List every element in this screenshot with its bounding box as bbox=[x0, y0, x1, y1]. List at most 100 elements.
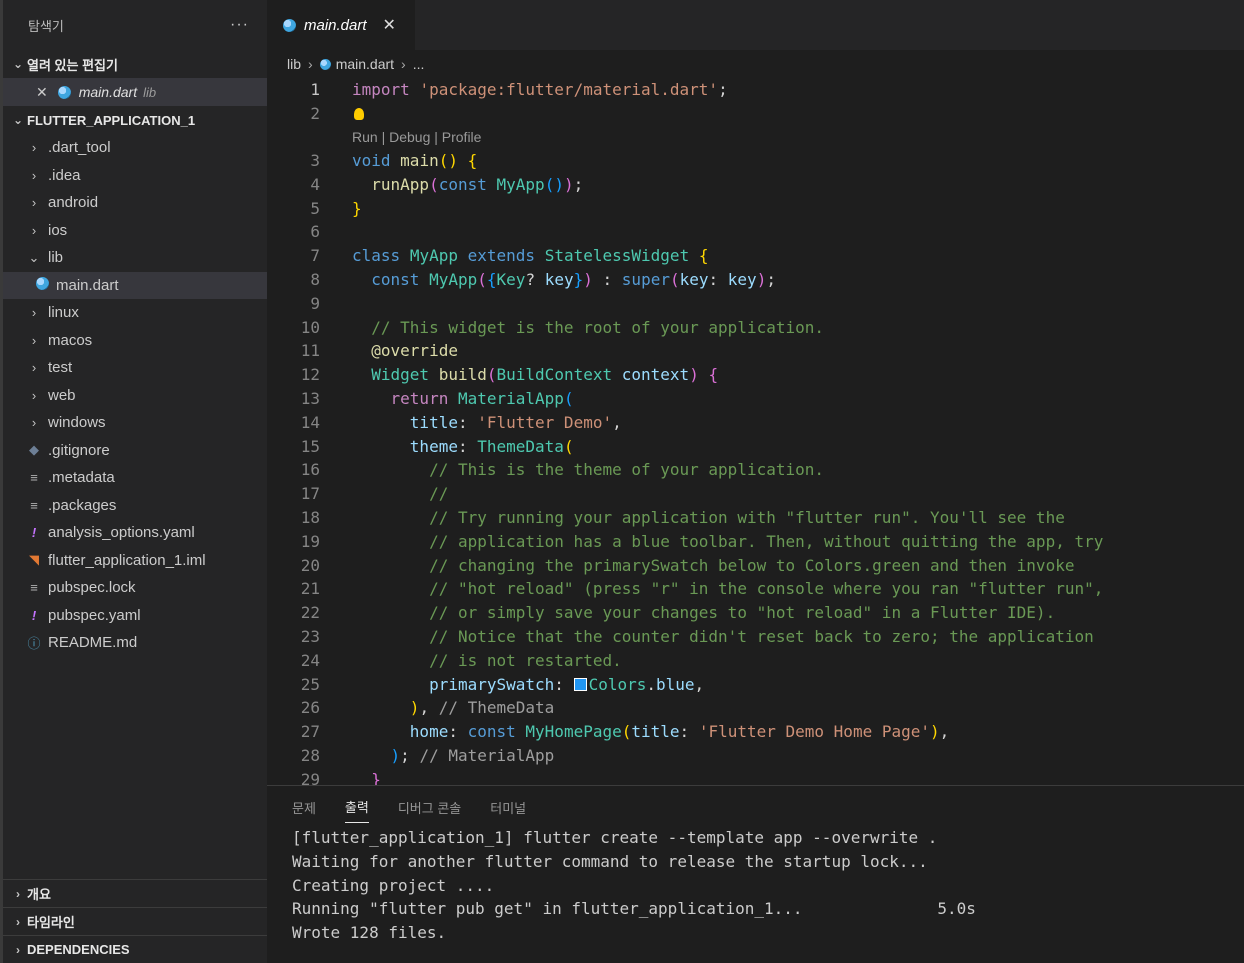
line-number: 7 bbox=[310, 246, 320, 266]
tree-item-label: android bbox=[48, 194, 99, 212]
tree-item-linux[interactable]: › linux bbox=[3, 299, 267, 327]
tree-item-dart-tool[interactable]: › .dart_tool bbox=[3, 134, 267, 162]
rss-icon: ◥ bbox=[29, 552, 39, 568]
tree-item-readme-md[interactable]: ⓘ README.md bbox=[3, 629, 267, 657]
tree-item-test[interactable]: › test bbox=[3, 354, 267, 382]
tree-item-analysis-options-yaml[interactable]: ! analysis_options.yaml bbox=[3, 519, 267, 547]
line-number: 27 bbox=[300, 722, 320, 742]
breadcrumb-file[interactable]: main.dart bbox=[336, 56, 394, 72]
code-line: 24 // is not restarted. bbox=[267, 648, 1244, 672]
tree-item-idea[interactable]: › .idea bbox=[3, 162, 267, 190]
yaml-icon: ! bbox=[31, 607, 37, 623]
tree-item-packages[interactable]: ≡ .packages bbox=[3, 492, 267, 520]
line-number: 6 bbox=[310, 222, 320, 242]
tree-item-label: macos bbox=[48, 331, 93, 349]
breadcrumb-more[interactable]: ... bbox=[413, 56, 425, 72]
tab-main-dart[interactable]: main.dart ✕ bbox=[267, 0, 415, 50]
tab-output[interactable]: 출력 bbox=[344, 791, 369, 823]
tree-item-android[interactable]: › android bbox=[3, 189, 267, 217]
editor-area: main.dart ✕ lib › main.dart › ... 1 impor… bbox=[267, 0, 1244, 789]
open-editors-section[interactable]: ⌄ 열려 있는 편집기 bbox=[3, 50, 267, 78]
tree-item-windows[interactable]: › windows bbox=[3, 409, 267, 437]
tree-item-metadata[interactable]: ≡ .metadata bbox=[3, 464, 267, 492]
chevron-down-icon: ⌄ bbox=[12, 113, 24, 127]
tree-item-label: .idea bbox=[48, 166, 81, 184]
file-tree: › .dart_tool › .idea › android › ios ⌄ lib main.da… bbox=[3, 134, 267, 657]
explorer-sidebar: 탐색기 ··· ⌄ 열려 있는 편집기 ✕ main.dart lib ⌄ FL… bbox=[0, 0, 267, 963]
tree-item-flutter-application-1-iml[interactable]: ◥ flutter_application_1.iml bbox=[3, 547, 267, 575]
code-line: 21 // "hot reload" (press "r" in the con… bbox=[267, 577, 1244, 601]
color-swatch[interactable] bbox=[573, 677, 587, 691]
code-line: 23 // Notice that the counter didn't res… bbox=[267, 625, 1244, 649]
code-line: 8 const MyApp({Key? key}) : super(key: k… bbox=[267, 268, 1244, 292]
code-line: 22 // or simply save your changes to "ho… bbox=[267, 601, 1244, 625]
close-icon[interactable]: ✕ bbox=[383, 15, 396, 35]
code-editor[interactable]: 1 import 'package:flutter/material.dart';… bbox=[267, 78, 1244, 791]
output-line: Creating project .... bbox=[292, 875, 495, 895]
close-icon[interactable]: ✕ bbox=[36, 84, 48, 101]
code-line: 11 @override bbox=[267, 339, 1244, 363]
code-line: 25 primarySwatch: Colors.blue, bbox=[267, 672, 1244, 696]
outline-section[interactable]: › 개요 bbox=[3, 879, 267, 907]
project-section[interactable]: ⌄ FLUTTER_APPLICATION_1 bbox=[3, 106, 267, 134]
chevron-right-icon: › bbox=[31, 415, 37, 431]
explorer-title: 탐색기 bbox=[28, 18, 64, 34]
chevron-right-icon: › bbox=[401, 56, 406, 72]
more-actions-icon[interactable]: ··· bbox=[230, 16, 249, 34]
project-title: FLUTTER_APPLICATION_1 bbox=[27, 112, 196, 128]
tab-terminal[interactable]: 터미널 bbox=[490, 792, 526, 823]
tree-item-label: analysis_options.yaml bbox=[48, 524, 195, 542]
output-line: Wrote 128 files. bbox=[292, 923, 447, 943]
line-number: 15 bbox=[300, 436, 320, 456]
tab-problems[interactable]: 문제 bbox=[292, 792, 316, 823]
tree-item-label: pubspec.lock bbox=[48, 579, 136, 597]
tree-item-macos[interactable]: › macos bbox=[3, 327, 267, 355]
timeline-section[interactable]: › 타임라인 bbox=[3, 907, 267, 935]
file-lines-icon: ≡ bbox=[30, 497, 38, 513]
code-line: 27 home: const MyHomePage(title: 'Flutte… bbox=[267, 720, 1244, 744]
tree-item-pubspec-yaml[interactable]: ! pubspec.yaml bbox=[3, 602, 267, 630]
tree-item-pubspec-lock[interactable]: ≡ pubspec.lock bbox=[3, 574, 267, 602]
chevron-down-icon: ⌄ bbox=[12, 57, 24, 71]
line-number: 17 bbox=[300, 484, 320, 504]
tree-item-label: test bbox=[48, 359, 73, 377]
yaml-icon: ! bbox=[31, 525, 37, 541]
tree-item-label: .dart_tool bbox=[48, 139, 111, 157]
tree-item-label: lib bbox=[48, 249, 64, 267]
breadcrumb-folder[interactable]: lib bbox=[287, 56, 301, 72]
tree-item-web[interactable]: › web bbox=[3, 382, 267, 410]
file-lines-icon: ≡ bbox=[30, 470, 38, 486]
tree-item-label: flutter_application_1.iml bbox=[48, 551, 206, 569]
code-line: 13 return MaterialApp( bbox=[267, 387, 1244, 411]
tab-debug-console[interactable]: 디버그 콘솔 bbox=[398, 792, 461, 823]
tree-item-ios[interactable]: › ios bbox=[3, 217, 267, 245]
panel-tabs: 문제 출력 디버그 콘솔 터미널 bbox=[267, 786, 1244, 828]
code-line: 17 // bbox=[267, 482, 1244, 506]
open-editor-item[interactable]: ✕ main.dart lib bbox=[3, 78, 267, 106]
line-number: 16 bbox=[300, 460, 320, 480]
lightbulb-icon[interactable] bbox=[354, 108, 364, 121]
tree-item-label: .metadata bbox=[48, 469, 115, 487]
tree-item-label: linux bbox=[48, 304, 79, 322]
open-editor-desc: lib bbox=[143, 84, 157, 100]
dependencies-section[interactable]: › DEPENDENCIES bbox=[3, 935, 267, 963]
tree-item-main-dart[interactable]: main.dart bbox=[3, 271, 267, 299]
line-number: 21 bbox=[300, 579, 320, 599]
code-line: 4 runApp(const MyApp()); bbox=[267, 172, 1244, 196]
code-line: 2 bbox=[267, 102, 1244, 126]
codelens[interactable]: Run | Debug | Profile bbox=[267, 126, 1244, 149]
line-number: 19 bbox=[300, 531, 320, 551]
line-number: 18 bbox=[300, 507, 320, 527]
tree-item-lib[interactable]: ⌄ lib bbox=[3, 244, 267, 272]
bottom-panel: 문제 출력 디버그 콘솔 터미널 [flutter_application_1]… bbox=[267, 785, 1244, 963]
tree-item-label: ios bbox=[48, 221, 68, 239]
line-number: 5 bbox=[310, 198, 320, 218]
tree-item-gitignore[interactable]: ◆ .gitignore bbox=[3, 437, 267, 465]
output-log[interactable]: [flutter_application_1] flutter create -… bbox=[267, 828, 1244, 947]
line-number: 24 bbox=[300, 650, 320, 670]
line-number: 26 bbox=[300, 698, 320, 718]
output-line: Waiting for another flutter command to r… bbox=[292, 851, 928, 871]
code-line: 9 bbox=[267, 291, 1244, 315]
code-line: 15 theme: ThemeData( bbox=[267, 434, 1244, 458]
tree-item-label: main.dart bbox=[56, 276, 119, 294]
